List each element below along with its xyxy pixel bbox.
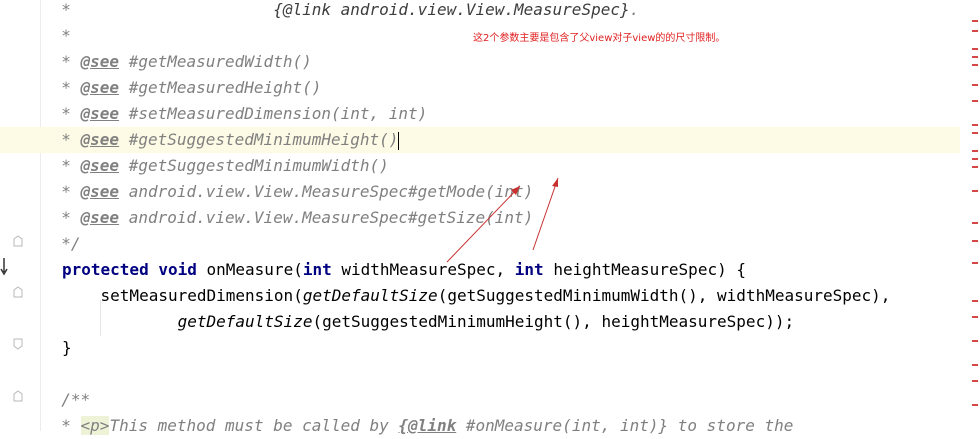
arrow-line	[532, 177, 559, 251]
error-marker[interactable]	[972, 190, 978, 192]
error-marker[interactable]	[972, 56, 978, 58]
annotation-arrows	[446, 177, 559, 263]
error-marker[interactable]	[972, 20, 978, 22]
error-marker[interactable]	[972, 158, 978, 160]
arrow-line	[446, 185, 521, 263]
error-marker[interactable]	[972, 124, 978, 126]
error-marker[interactable]	[972, 64, 978, 66]
error-marker[interactable]	[972, 340, 978, 342]
error-marker[interactable]	[972, 404, 978, 406]
error-marker[interactable]	[972, 30, 978, 32]
error-marker[interactable]	[972, 48, 978, 50]
error-marker[interactable]	[972, 300, 978, 302]
error-marker[interactable]	[972, 166, 978, 168]
error-marker[interactable]	[972, 240, 978, 242]
error-marker[interactable]	[972, 262, 978, 264]
error-marker[interactable]	[972, 316, 978, 318]
error-marker[interactable]	[972, 150, 978, 152]
error-marker[interactable]	[972, 364, 978, 366]
error-marker[interactable]	[972, 132, 978, 134]
error-marker[interactable]	[972, 222, 978, 224]
error-stripe[interactable]	[960, 0, 980, 431]
error-marker[interactable]	[972, 100, 978, 102]
arrow-head	[552, 178, 558, 187]
error-marker[interactable]	[972, 84, 978, 86]
error-marker[interactable]	[972, 380, 978, 382]
